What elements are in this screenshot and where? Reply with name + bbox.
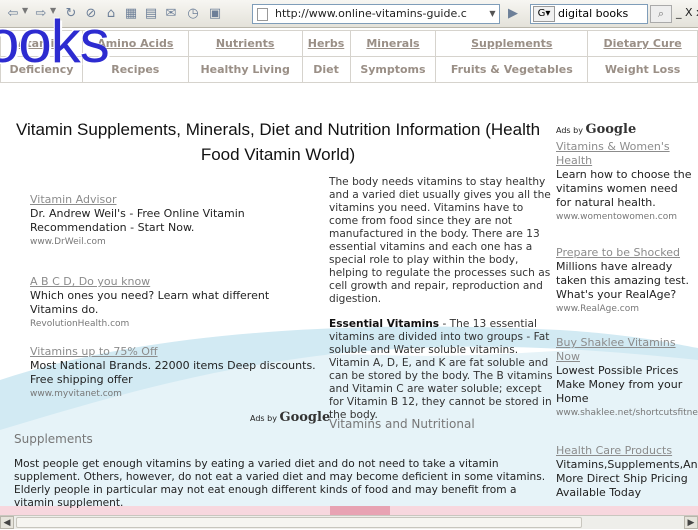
section-heading-vitamins-nutritional: Vitamins and Nutritional bbox=[329, 417, 475, 431]
horizontal-scrollbar[interactable]: ◀ ▶ bbox=[0, 515, 698, 529]
scroll-right-icon[interactable]: ▶ bbox=[684, 516, 698, 529]
page-icon bbox=[257, 8, 268, 21]
page-title: Vitamin Supplements, Minerals, Diet and … bbox=[15, 120, 541, 164]
ad-title[interactable]: Health Care Products bbox=[556, 444, 696, 458]
address-text[interactable]: http://www.online-vitamins-guide.c bbox=[275, 7, 467, 20]
overlay-brand-text: ooks bbox=[0, 8, 110, 75]
search-text[interactable]: digital books bbox=[558, 7, 628, 20]
scrollbar-thumb[interactable] bbox=[16, 517, 582, 528]
scroll-left-icon[interactable]: ◀ bbox=[0, 516, 14, 529]
ad-url[interactable]: www.womentowomen.com bbox=[556, 210, 696, 224]
address-dropdown-icon[interactable]: ▼ bbox=[486, 5, 499, 23]
bookmarks-icon[interactable]: ▦ bbox=[122, 5, 140, 23]
nav-herbs[interactable]: Herbs bbox=[301, 30, 351, 57]
right-ads-column: Vitamins & Women's Health Learn how to c… bbox=[556, 140, 698, 518]
ad-url[interactable]: RevolutionHealth.com bbox=[30, 317, 320, 331]
ad-title[interactable]: Buy Shaklee Vitamins Now bbox=[556, 336, 696, 364]
lock-icon[interactable]: ▣ bbox=[206, 5, 224, 23]
supplements-paragraph: Most people get enough vitamins by eatin… bbox=[14, 458, 546, 509]
ad-url[interactable]: www.DrWeil.com bbox=[30, 235, 320, 249]
ad-shaklee[interactable]: Buy Shaklee Vitamins Now Lowest Possible… bbox=[556, 336, 698, 420]
main-article: The body needs vitamins to stay healthy … bbox=[329, 176, 553, 434]
nav-supplements[interactable]: Supplements bbox=[435, 30, 589, 57]
ad-vitamins-off[interactable]: Vitamins up to 75% Off Most National Bra… bbox=[30, 345, 324, 401]
ad-description: Lowest Possible Prices Make Money from y… bbox=[556, 364, 683, 405]
nav-diet[interactable]: Diet bbox=[301, 56, 351, 83]
history-icon[interactable]: ◷ bbox=[184, 5, 202, 23]
mail-icon[interactable]: ✉ bbox=[162, 5, 180, 23]
ads-by-google-left[interactable]: Ads by Google bbox=[250, 410, 330, 425]
ad-abcd[interactable]: A B C D, Do you know Which ones you need… bbox=[30, 275, 320, 331]
nav-healthy-living[interactable]: Healthy Living bbox=[187, 56, 303, 83]
ad-url[interactable]: www.myvitanet.com bbox=[30, 387, 324, 401]
ad-title[interactable]: Vitamin Advisor bbox=[30, 193, 320, 207]
google-logo: Google bbox=[585, 122, 637, 137]
ad-prepare-shocked[interactable]: Prepare to be Shocked Millions have alre… bbox=[556, 246, 696, 316]
ad-title[interactable]: Prepare to be Shocked bbox=[556, 246, 696, 260]
ad-url[interactable]: www.shaklee.net/shortcutsfitness bbox=[556, 406, 698, 420]
ads-by-google-right[interactable]: Ads by Google bbox=[556, 122, 636, 137]
essential-paragraph: Essential Vitamins - The 13 essential vi… bbox=[329, 318, 553, 421]
nav-minerals[interactable]: Minerals bbox=[349, 30, 437, 57]
ad-description: Most National Brands. 22000 items Deep d… bbox=[30, 359, 316, 386]
search-engine-icon[interactable]: G▾ bbox=[533, 6, 555, 22]
ad-womens-health[interactable]: Vitamins & Women's Health Learn how to c… bbox=[556, 140, 696, 224]
section-heading-supplements: Supplements bbox=[14, 432, 93, 446]
ad-title[interactable]: Vitamins up to 75% Off bbox=[30, 345, 324, 359]
google-logo: Google bbox=[279, 410, 331, 425]
search-box[interactable]: G▾ digital books bbox=[530, 4, 648, 24]
ad-description: Dr. Andrew Weil's - Free Online Vitamin … bbox=[30, 207, 245, 234]
nav-weight-loss[interactable]: Weight Loss bbox=[587, 56, 698, 83]
nav-dietary-cure[interactable]: Dietary Cure bbox=[587, 30, 698, 57]
ad-health-care-products[interactable]: Health Care Products Vitamins,Supplement… bbox=[556, 444, 698, 500]
address-bar[interactable]: http://www.online-vitamins-guide.c bbox=[252, 4, 500, 24]
ad-title[interactable]: A B C D, Do you know bbox=[30, 275, 320, 289]
go-icon[interactable]: ▶ bbox=[508, 6, 518, 21]
ad-title[interactable]: Vitamins & Women's Health bbox=[556, 140, 696, 168]
ad-vitamin-advisor[interactable]: Vitamin Advisor Dr. Andrew Weil's - Free… bbox=[30, 193, 320, 249]
ad-description: Millions have already taken this amazing… bbox=[556, 260, 689, 301]
ad-url[interactable]: www.RealAge.com bbox=[556, 302, 696, 316]
intro-paragraph: The body needs vitamins to stay healthy … bbox=[329, 176, 551, 305]
essential-heading: Essential Vitamins bbox=[329, 318, 440, 330]
ad-description: Learn how to choose the vitamins women n… bbox=[556, 168, 692, 209]
window-controls[interactable]: _ Х x bbox=[676, 6, 698, 19]
ad-description: Vitamins,Supplements,And More Direct Shi… bbox=[556, 458, 698, 499]
nav-symptoms[interactable]: Symptoms bbox=[349, 56, 437, 83]
print-icon[interactable]: ▤ bbox=[142, 5, 160, 23]
search-icon[interactable]: ⌕ bbox=[650, 5, 672, 23]
ad-description: Which ones you need? Learn what differen… bbox=[30, 289, 270, 316]
nav-nutrients[interactable]: Nutrients bbox=[187, 30, 303, 57]
nav-fruits-vegetables[interactable]: Fruits & Vegetables bbox=[435, 56, 589, 83]
